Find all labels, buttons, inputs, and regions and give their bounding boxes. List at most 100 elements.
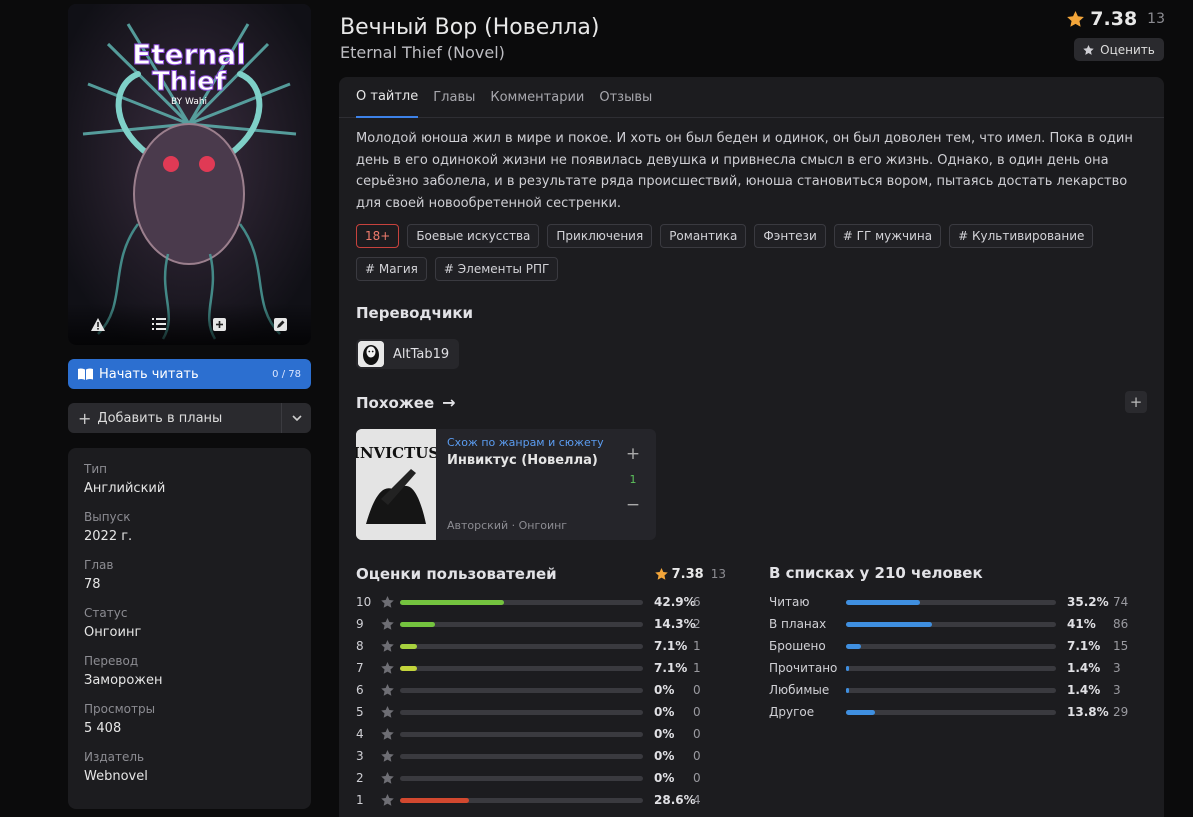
tab-comments[interactable]: Комментарии [490, 77, 584, 118]
list-bar [846, 643, 1056, 649]
list-label: Другое [769, 705, 815, 719]
star-icon [1083, 44, 1094, 55]
info-value: Webnovel [84, 769, 148, 784]
info-key: Издатель [84, 750, 145, 764]
user-ratings: Оценки пользователей 7.38 13 10 42.9% 6 9 14… [356, 564, 726, 807]
list-label: Брошено [769, 639, 826, 653]
rating-value: 7.38 [1090, 8, 1138, 30]
rating-score: 4 [356, 727, 364, 741]
rating-row: 1 28.6% 4 [356, 791, 726, 809]
chevron-down-icon [291, 415, 302, 421]
star-icon [374, 640, 400, 652]
genre-tag[interactable]: Приключения [547, 224, 653, 248]
similar-card[interactable]: INVICTUS Схож по жанрам и сюжету Инвикту… [356, 429, 656, 540]
rating-percent: 28.6% [654, 793, 696, 807]
genre-tag[interactable]: Фэнтези [754, 224, 826, 248]
star-icon [1067, 11, 1085, 27]
info-value: Онгоинг [84, 625, 142, 640]
rating-bar [400, 665, 643, 671]
plans-dropdown-toggle[interactable] [281, 403, 311, 433]
star-icon [374, 662, 400, 674]
rating-percent: 7.1% [654, 639, 688, 653]
start-reading-button[interactable]: Начать читать 0 / 78 [68, 359, 311, 389]
rating-bar [400, 709, 643, 715]
rating-row: 2 0% 0 [356, 769, 726, 787]
tab-chapters[interactable]: Главы [433, 77, 475, 118]
genre-tag[interactable]: Боевые искусства [407, 224, 540, 248]
genre-tag[interactable]: # Элементы РПГ [434, 257, 559, 281]
add-to-plans-button[interactable]: + Добавить в планы [68, 403, 281, 433]
rating-bar [400, 753, 643, 759]
list-bar [846, 709, 1056, 715]
star-icon [374, 794, 400, 806]
list-bar-fill [846, 599, 920, 605]
edit-icon[interactable] [269, 312, 293, 336]
rating-score: 6 [356, 683, 364, 697]
info-value: Английский [84, 481, 166, 496]
report-icon[interactable] [86, 312, 110, 336]
cover-author: BY Wahi [171, 97, 207, 107]
genre-tag[interactable]: # ГГ мужчина [833, 224, 942, 248]
rating-bar-fill [400, 665, 418, 671]
star-icon [374, 750, 400, 762]
list-percent: 13.8% [1067, 705, 1109, 719]
similar-cover[interactable]: INVICTUS [356, 429, 439, 540]
rate-button[interactable]: Оценить [1074, 38, 1164, 61]
rating-bar-fill [400, 599, 505, 605]
translator-chip[interactable]: AltTab19 [356, 339, 460, 369]
rating-bar [400, 599, 643, 605]
cover-image[interactable]: Eternal Thief BY Wahi [68, 4, 311, 345]
rating-count: 1 [693, 639, 701, 653]
info-row: Перевод Заморожен [84, 654, 295, 688]
list-bar-fill [846, 643, 861, 649]
similar-title: Похожее [356, 393, 435, 412]
add-square-icon[interactable] [208, 312, 232, 336]
genre-tag[interactable]: # Культивирование [949, 224, 1094, 248]
star-icon [374, 706, 400, 718]
similar-vote: + 1 − [618, 444, 648, 515]
tab-about[interactable]: О тайтле [356, 77, 419, 118]
tab-reviews[interactable]: Отзывы [599, 77, 652, 118]
similar-heading[interactable]: Похожее → [356, 393, 456, 412]
info-row: Статус Онгоинг [84, 606, 295, 640]
info-key: Глав [84, 558, 114, 572]
list-row: Прочитано 1.4% 3 [769, 659, 1149, 677]
translator-name: AltTab19 [393, 346, 450, 362]
rating-row: 4 0% 0 [356, 725, 726, 743]
list-row: Любимые 1.4% 3 [769, 681, 1149, 699]
list-count: 74 [1113, 595, 1129, 609]
similar-meta: Авторский · Онгоинг [447, 519, 568, 532]
ratings-average: 7.38 13 [654, 567, 726, 582]
upvote-button[interactable]: + [626, 444, 640, 464]
list-row: Брошено 7.1% 15 [769, 637, 1149, 655]
rating-percent: 42.9% [654, 595, 696, 609]
info-row: Выпуск 2022 г. [84, 510, 295, 544]
cover-title-line2: Thief [152, 67, 227, 97]
genre-tag[interactable]: # Магия [356, 257, 427, 281]
rating-score: 3 [356, 749, 364, 763]
downvote-button[interactable]: − [626, 495, 640, 515]
rating-percent: 7.1% [654, 661, 688, 675]
genre-tag[interactable]: Романтика [660, 224, 747, 248]
description: Молодой юноша жил в мире и покое. И хоть… [356, 131, 1133, 211]
list-percent: 35.2% [1067, 595, 1109, 609]
star-icon [374, 772, 400, 784]
age-rating-tag[interactable]: 18+ [356, 224, 400, 248]
rating-count: 2 [693, 617, 701, 631]
rating-score: 1 [356, 793, 364, 807]
rating-score: 10 [356, 595, 372, 609]
cover-actions [68, 303, 311, 345]
similar-name[interactable]: Инвиктус (Новелла) [447, 453, 598, 468]
rate-label: Оценить [1100, 42, 1155, 57]
rating-bar-fill [400, 643, 418, 649]
list-icon[interactable] [147, 312, 171, 336]
book-icon [78, 368, 93, 380]
add-similar-button[interactable]: + [1125, 391, 1147, 413]
info-key: Просмотры [84, 702, 156, 716]
list-row: Другое 13.8% 29 [769, 703, 1149, 721]
list-label: В планах [769, 617, 827, 631]
rating-count: 0 [693, 683, 701, 697]
rating-bar [400, 621, 643, 627]
title-rating: 7.38 13 [1067, 8, 1165, 30]
info-row: Тип Английский [84, 462, 295, 496]
